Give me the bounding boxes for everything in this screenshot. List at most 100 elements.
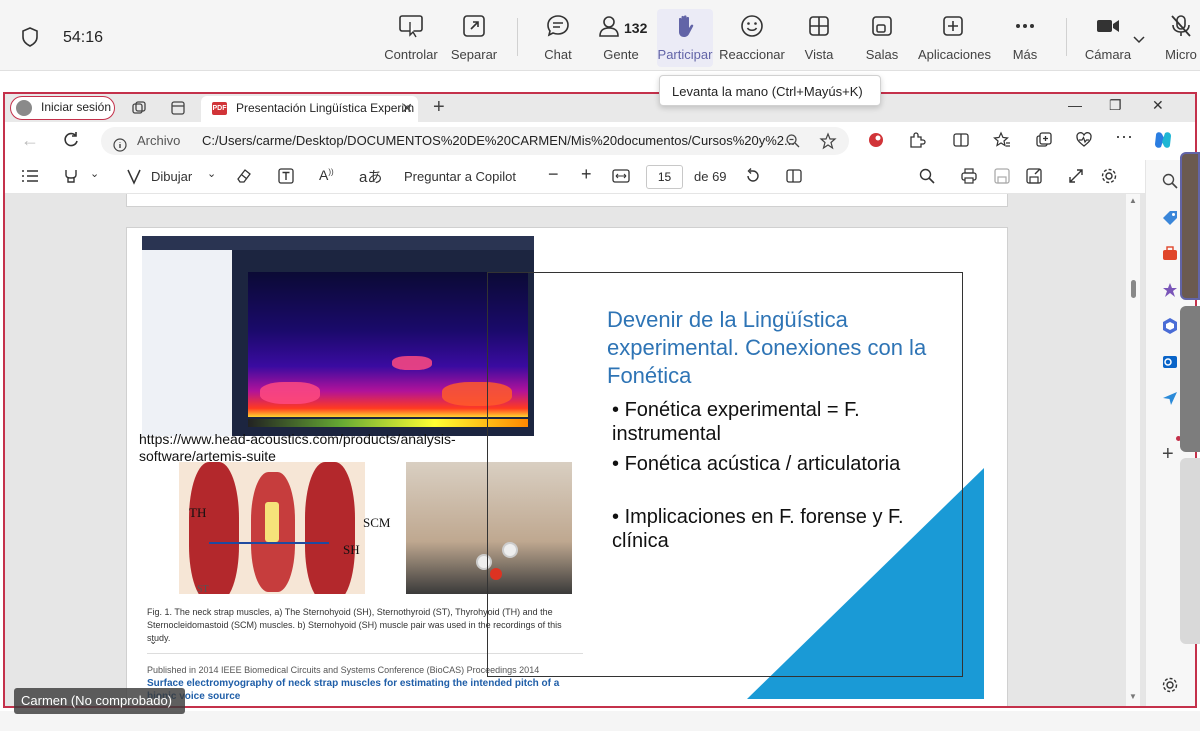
mic-label: Micro (1165, 47, 1197, 62)
ask-copilot-button[interactable]: Preguntar a Copilot (404, 169, 516, 184)
fullscreen-icon[interactable] (1067, 167, 1085, 188)
fit-page-icon[interactable] (612, 168, 630, 187)
people-button[interactable]: 132 Gente (586, 13, 656, 65)
source-url-text: https://www.head-acoustics.com/products/… (139, 431, 456, 464)
zoom-icon[interactable] (785, 127, 801, 155)
rooms-icon (847, 13, 917, 41)
highlight-icon[interactable] (62, 167, 80, 188)
close-window-icon[interactable]: ✕ (1152, 97, 1164, 114)
paper-title-link[interactable]: Surface electromyography of neck strap m… (147, 677, 567, 703)
sidebar-settings-gear-icon[interactable] (1161, 676, 1179, 699)
address-bar[interactable]: Archivo C:/Users/carme/Desktop/DOCUMENTO… (101, 127, 849, 155)
mic-off-icon (1151, 13, 1200, 41)
draw-chevron-icon[interactable]: ⌄ (207, 167, 216, 180)
chevron-down-icon[interactable]: ⌄ (149, 636, 157, 647)
participant-thumbnails (1180, 152, 1200, 652)
shopping-tag-icon[interactable] (1161, 209, 1179, 232)
smiley-icon (717, 13, 787, 41)
close-tab-icon[interactable]: ✕ (401, 96, 413, 121)
scrollbar-thumb[interactable] (1131, 280, 1136, 298)
send-icon[interactable] (1161, 389, 1179, 412)
rooms-button[interactable]: Salas (847, 13, 917, 65)
avatar-icon (16, 100, 32, 116)
participant-video-thumbnail[interactable] (1180, 152, 1200, 300)
tab-actions-icon[interactable] (170, 100, 186, 121)
thyroid-cartilage-shape (265, 502, 279, 542)
add-icon[interactable]: + (1162, 443, 1174, 466)
pointer-line (209, 542, 329, 544)
participant-video-thumbnail[interactable] (1180, 306, 1200, 452)
extensions-puzzle-icon[interactable] (908, 131, 926, 154)
draw-button[interactable]: Dibujar (151, 169, 192, 184)
minimize-icon[interactable]: — (1068, 97, 1082, 113)
participant-video-thumbnail[interactable] (1180, 458, 1200, 644)
favorites-icon[interactable] (993, 131, 1011, 154)
refresh-icon[interactable] (62, 131, 80, 154)
separate-button[interactable]: Separar (439, 13, 509, 65)
extension-red-icon[interactable] (867, 131, 885, 154)
control-button[interactable]: Controlar (376, 13, 446, 65)
contents-list-icon[interactable] (21, 168, 39, 187)
save-as-icon[interactable] (1025, 167, 1043, 188)
chevron-down-icon[interactable] (1132, 32, 1146, 50)
apps-button[interactable]: Aplicaciones (918, 13, 991, 65)
teams-meeting-bar: 54:16 Controlar Separar Chat 132 Gente P… (0, 0, 1200, 71)
collections-icon[interactable] (131, 100, 147, 121)
office-icon[interactable] (1161, 317, 1179, 340)
react-label: Reaccionar (719, 47, 785, 62)
highlight-chevron-icon[interactable]: ⌄ (90, 167, 99, 180)
anatomy-label-sh: SH (343, 542, 360, 557)
pdf-icon: PDF (212, 102, 227, 115)
more-label: Más (1012, 47, 1038, 62)
scroll-up-icon[interactable]: ▲ (1129, 196, 1137, 205)
browser-health-icon[interactable] (1075, 131, 1093, 154)
people-count: 132 (624, 20, 648, 36)
find-icon[interactable] (918, 167, 936, 188)
print-icon[interactable] (960, 167, 978, 188)
outlook-icon[interactable] (1161, 353, 1179, 376)
shared-screen: Iniciar sesión PDF Presentación Lingüíst… (3, 92, 1197, 708)
scroll-down-icon[interactable]: ▼ (1129, 692, 1137, 701)
restore-icon[interactable]: ❐ (1109, 97, 1122, 114)
zoom-in-icon[interactable]: + (581, 164, 592, 185)
mic-button[interactable]: Micro (1151, 13, 1200, 65)
copilot-icon[interactable] (1152, 129, 1174, 156)
add-text-icon[interactable] (277, 167, 295, 188)
zoom-out-icon[interactable]: − (548, 164, 559, 185)
slide-bullet: • Fonética acústica / articulatoria (612, 453, 901, 475)
pdf-settings-gear-icon[interactable] (1100, 167, 1118, 188)
search-icon[interactable] (1161, 172, 1179, 195)
info-icon[interactable] (113, 134, 127, 155)
favorite-star-icon[interactable] (819, 127, 837, 155)
page-total: de 69 (694, 169, 727, 184)
spectrogram-window-titlebar (142, 236, 534, 250)
translate-icon[interactable]: aあ (359, 166, 382, 187)
new-tab-icon[interactable]: + (433, 96, 445, 119)
react-button[interactable]: Reaccionar (717, 13, 787, 65)
settings-more-icon[interactable]: ··· (1115, 126, 1133, 147)
page-view-icon[interactable] (785, 167, 803, 188)
shield-icon (20, 26, 40, 53)
toolbar-divider (517, 18, 518, 56)
slide-title: Devenir de la Lingüística experimental. … (607, 307, 927, 388)
read-aloud-icon[interactable]: A)) (319, 167, 334, 183)
browser-tab-active[interactable]: PDF Presentación Lingüística Experim ✕ (201, 96, 418, 122)
collections-add-icon[interactable] (1035, 131, 1053, 154)
back-arrow-icon[interactable]: ← (21, 130, 39, 151)
pdf-toolbar: ⌄ Dibujar ⌄ A)) aあ Preguntar a Copilot −… (5, 160, 1145, 194)
save-icon[interactable] (993, 167, 1011, 188)
signin-button[interactable]: Iniciar sesión (10, 96, 115, 120)
games-icon[interactable] (1161, 281, 1179, 304)
pdf-scrollbar[interactable]: ▲ ▼ (1126, 194, 1140, 706)
tools-briefcase-icon[interactable] (1161, 245, 1179, 268)
more-button[interactable]: Más (990, 13, 1060, 65)
view-button[interactable]: Vista (784, 13, 854, 65)
draw-icon[interactable] (125, 167, 143, 188)
raise-hand-button[interactable]: Participar (657, 9, 713, 67)
chat-button[interactable]: Chat (523, 13, 593, 65)
eraser-icon[interactable] (235, 167, 253, 188)
plus-box-icon (918, 13, 988, 41)
rotate-icon[interactable] (744, 167, 762, 188)
split-screen-icon[interactable] (952, 131, 970, 154)
page-number-input[interactable]: 15 (646, 165, 683, 189)
